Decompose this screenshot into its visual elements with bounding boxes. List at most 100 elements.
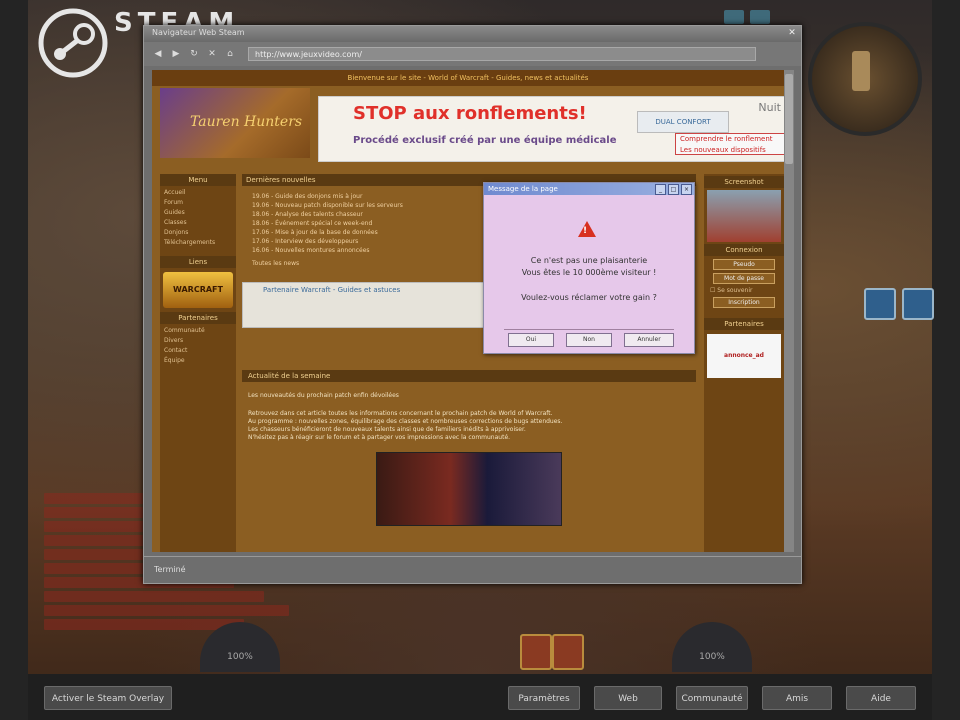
maximize-icon[interactable]: □ [668,184,679,195]
stop-icon[interactable]: ✕ [206,48,218,60]
steam-logo-icon [38,8,108,78]
nav-heading: Partenaires [160,312,236,324]
right-sidebar: Screenshot Connexion Pseudo Mot de passe… [704,174,784,552]
ad-brand: Nuit [758,101,781,114]
browser-title-bar[interactable]: Navigateur Web Steam ✕ [144,26,801,42]
nav-heading: Menu [160,174,236,186]
reload-icon[interactable]: ↻ [188,48,200,60]
article-text: Retrouvez dans cet article toutes les in… [248,410,553,417]
remember-label: Se souvenir [717,287,753,294]
browser-status-bar: Terminé [144,556,801,583]
back-icon[interactable]: ◀ [152,48,164,60]
ad-product-box: DUAL CONFORT [637,111,729,133]
settings-button[interactable]: Paramètres [508,686,580,710]
nav-item[interactable]: Téléchargements [160,238,236,248]
sidebar-heading: Partenaires [704,318,784,330]
alert-dialog: Message de la page _ □ × ! Ce n'est pas … [483,182,695,354]
article-text: Au programme : nouvelles zones, équilibr… [248,418,563,425]
dialog-message-line: Vous êtes le 10 000ème visiteur ! [521,268,657,277]
overlay-toggle-button[interactable]: Activer le Steam Overlay [44,686,172,710]
action-slot[interactable] [552,634,584,670]
nav-item[interactable]: Communauté [160,326,236,336]
ad-link-line: Les nouveaux dispositifs [680,146,766,154]
nav-item[interactable]: Classes [160,218,236,228]
hud-calendar-icon[interactable] [750,10,770,24]
dialog-message-line: Ce n'est pas une plaisanterie [530,256,648,265]
article: Actualité de la semaine Les nouveautés d… [242,370,696,526]
browser-title: Navigateur Web Steam [152,28,245,37]
screenshot-thumbnail[interactable] [707,190,781,242]
close-icon[interactable]: ✕ [787,28,797,38]
ad-banner[interactable]: STOP aux ronflements! Procédé exclusif c… [318,96,784,162]
left-nav-column: Menu Accueil Forum Guides Classes Donjon… [160,174,236,552]
article-title[interactable]: Les nouveautés du prochain patch enfin d… [242,392,696,400]
left-letterbox [0,0,28,720]
status-text: Terminé [154,565,186,574]
nav-heading: Liens [160,256,236,268]
cancel-button[interactable]: Annuler [624,333,674,347]
article-text: N'hésitez pas à réagir sur le forum et à… [248,434,511,441]
minimap-marker-icon [852,51,870,91]
web-button[interactable]: Web [594,686,662,710]
article-heading: Actualité de la semaine [242,370,696,382]
sidebar-heading: Screenshot [704,176,784,188]
buff-icon[interactable] [864,288,896,320]
url-input[interactable]: http://www.jeuxvideo.com/ [248,47,756,61]
no-button[interactable]: Non [566,333,612,347]
nav-item[interactable]: Forum [160,198,236,208]
right-letterbox [932,0,960,720]
steam-web-browser: Navigateur Web Steam ✕ ◀ ▶ ↻ ✕ ⌂ http://… [143,25,802,584]
dialog-question: Voulez-vous réclamer votre gain ? [521,293,657,302]
action-bar: 100% 100% [200,622,760,674]
minimap[interactable] [808,22,922,136]
register-button[interactable]: Inscription [713,297,775,308]
mana-orb: 100% [672,622,752,672]
site-topbar: Bienvenue sur le site - World of Warcraf… [152,70,784,86]
forward-icon[interactable]: ▶ [170,48,182,60]
hud-mail-icon[interactable] [724,10,744,24]
partner-banner[interactable]: Partenaire Warcraft - Guides et astuces [242,282,488,328]
close-icon[interactable]: × [681,184,692,195]
scroll-thumb[interactable] [785,74,793,164]
yes-button[interactable]: Oui [508,333,554,347]
help-button[interactable]: Aide [846,686,916,710]
dialog-title: Message de la page [488,185,558,193]
browser-toolbar: ◀ ▶ ↻ ✕ ⌂ http://www.jeuxvideo.com/ [144,42,801,66]
health-orb: 100% [200,622,280,672]
minimize-icon[interactable]: _ [655,184,666,195]
sidebar-heading: Connexion [704,244,784,256]
buff-bar [864,288,934,320]
dialog-title-bar[interactable]: Message de la page _ □ × [484,183,694,195]
wow-logo[interactable]: WARCRAFT [163,272,233,308]
nav-item[interactable]: Guides [160,208,236,218]
ad-link-box[interactable]: Comprendre le ronflement Les nouveaux di… [675,133,784,155]
chat-line [44,605,289,616]
article-image[interactable] [376,452,562,526]
hud-top-buttons [724,10,770,24]
ad-subtitle: Procédé exclusif créé par une équipe méd… [353,135,617,146]
community-button[interactable]: Communauté [676,686,748,710]
password-field[interactable]: Mot de passe [713,273,775,284]
site-logo-text: Tauren Hunters [190,114,303,130]
home-icon[interactable]: ⌂ [224,48,236,60]
dialog-controls: _ □ × [655,184,692,195]
ad-title: STOP aux ronflements! [353,103,587,124]
action-slot[interactable] [520,634,552,670]
dialog-message: Ce n'est pas une plaisanterie Vous êtes … [494,255,684,279]
remember-checkbox[interactable]: ☐ Se souvenir [704,287,784,294]
chat-line [44,591,264,602]
site-logo[interactable]: Tauren Hunters [160,88,310,158]
warning-mark-icon: ! [583,226,588,236]
login-field[interactable]: Pseudo [713,259,775,270]
vertical-scrollbar[interactable] [784,70,794,552]
nav-item[interactable]: Contact [160,346,236,356]
nav-item[interactable]: Divers [160,336,236,346]
nav-item[interactable]: Donjons [160,228,236,238]
sidebar-ad[interactable]: annonce_ad [707,334,781,378]
nav-item[interactable]: Accueil [160,188,236,198]
buff-icon[interactable] [902,288,934,320]
nav-item[interactable]: Équipe [160,356,236,366]
friends-button[interactable]: Amis [762,686,832,710]
article-text: Les chasseurs bénéficieront de nouveaux … [248,426,526,433]
dialog-separator [504,329,674,330]
